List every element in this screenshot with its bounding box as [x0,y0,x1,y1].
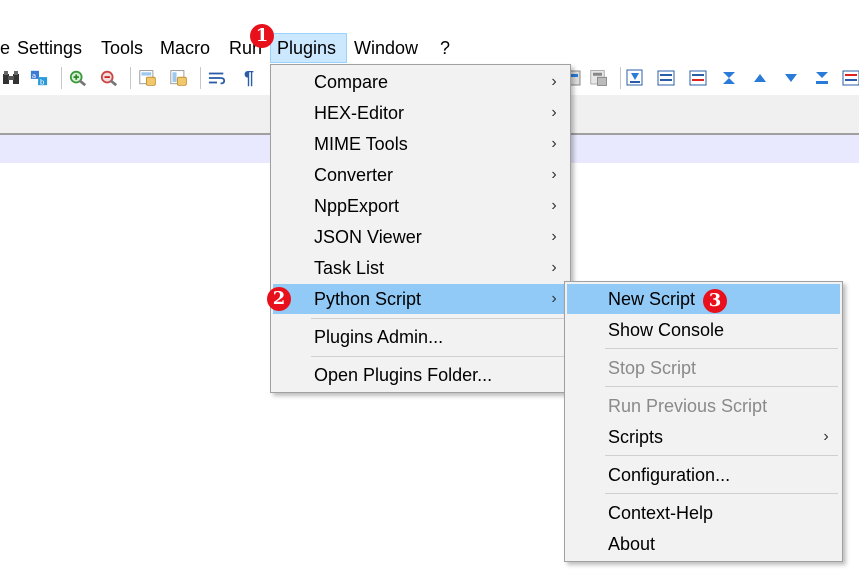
up-triangle-icon[interactable] [751,69,769,87]
zoom-out-icon[interactable] [100,69,118,87]
menu-item-mime-tools[interactable]: MIME Tools › [273,129,568,159]
menu-separator [605,348,838,349]
list-icon[interactable] [657,69,675,87]
svg-text:b: b [40,77,45,86]
chevron-right-icon: › [551,259,557,276]
word-wrap-icon[interactable] [208,69,226,87]
menu-item-task-list[interactable]: Task List › [273,253,568,283]
list-red-icon[interactable] [689,69,707,87]
menu-plugins[interactable]: Plugins [270,33,347,63]
menu-item-compare[interactable]: Compare › [273,67,568,97]
chevron-right-icon: › [823,428,829,445]
menu-separator [605,386,838,387]
menu-item-run-previous-script: Run Previous Script [608,396,768,416]
find-replace-icon[interactable]: ab [30,69,48,87]
macro-save-icon[interactable] [590,69,608,87]
menu-item-json-viewer[interactable]: JSON Viewer › [273,222,568,252]
expand-icon[interactable] [813,69,831,87]
sync-vertical-icon[interactable] [139,69,157,87]
menu-item-python-script[interactable]: Python Script › [273,284,568,314]
menu-tools[interactable]: Tools [95,33,149,63]
menu-separator [605,493,838,494]
menu-item-stop-script: Stop Script [608,358,697,378]
menu-item-nppexport[interactable]: NppExport › [273,191,568,221]
zoom-in-icon[interactable] [69,69,87,87]
step-badge-1: 1 [250,24,274,48]
menu-window[interactable]: Window [348,33,424,63]
menu-separator [311,356,566,357]
menu-item-context-help[interactable]: Context-Help [567,498,840,528]
menu-item-open-plugins-folder[interactable]: Open Plugins Folder... [273,360,568,390]
bookmark-icon[interactable] [626,69,644,87]
menu-item-plugins-admin[interactable]: Plugins Admin... [273,322,568,352]
menu-macro[interactable]: Macro [154,33,216,63]
plugins-menu: Compare › HEX-Editor › MIME Tools › Conv… [270,64,571,393]
chevron-right-icon: › [551,135,557,152]
menu-item-about[interactable]: About [567,529,840,559]
menu-separator [605,455,838,456]
menu-item-show-console[interactable]: Show Console [567,315,840,345]
menu-bar: e Settings Tools Macro Run Plugins Windo… [0,33,859,63]
sync-horizontal-icon[interactable] [170,69,188,87]
menu-settings[interactable]: Settings [11,33,88,63]
step-badge-3: 3 [703,289,727,313]
collapse-icon[interactable] [720,69,738,87]
down-triangle-icon[interactable] [782,69,800,87]
menu-item-configuration[interactable]: Configuration... [567,460,840,490]
chevron-right-icon: › [551,104,557,121]
grid-icon[interactable] [842,69,859,87]
chevron-right-icon: › [551,73,557,90]
menu-item-hex-editor[interactable]: HEX-Editor › [273,98,568,128]
menu-item-scripts[interactable]: Scripts › [567,422,840,452]
chevron-right-icon: › [551,166,557,183]
step-badge-2: 2 [267,287,291,311]
chevron-right-icon: › [551,197,557,214]
menu-separator [311,318,566,319]
svg-text:a: a [32,71,36,80]
chevron-right-icon: › [551,228,557,245]
binoculars-icon[interactable] [2,69,20,87]
menu-item-converter[interactable]: Converter › [273,160,568,190]
pilcrow-icon[interactable]: ¶ [240,69,258,87]
python-script-submenu: New Script Show Console Stop Script Run … [564,281,843,562]
chevron-right-icon: › [551,290,557,307]
menu-help[interactable]: ? [434,33,456,63]
